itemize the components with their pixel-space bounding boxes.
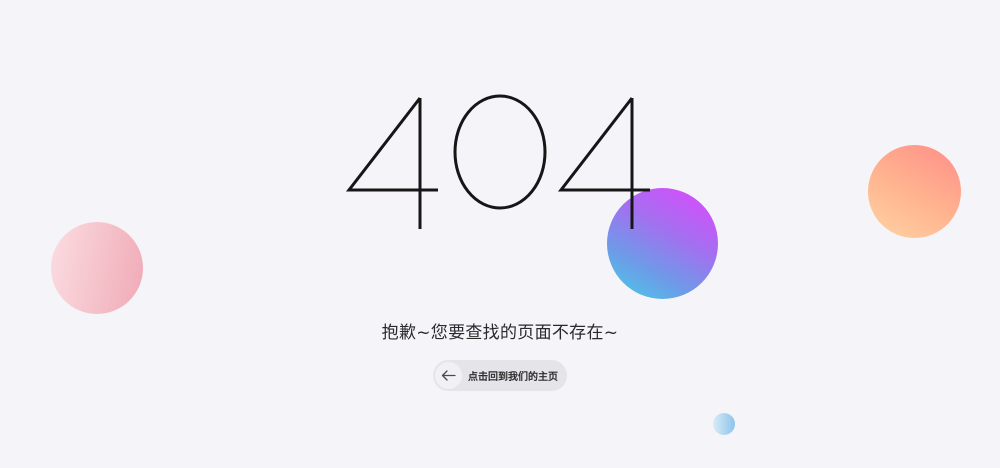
error-page: 404 抱歉~您要查找的页面不存在~ 点击回到我们的主页	[0, 0, 1000, 468]
decorative-blue-circle	[713, 413, 735, 435]
decorative-purple-circle	[607, 188, 718, 299]
error-code-heading: 404	[0, 0, 1000, 240]
error-message: 抱歉~您要查找的页面不存在~	[381, 323, 619, 343]
back-to-home-button[interactable]: 点击回到我们的主页	[433, 360, 567, 391]
arrow-left-icon	[435, 362, 462, 389]
error-code-graphic	[345, 94, 650, 229]
back-to-home-label: 点击回到我们的主页	[468, 372, 558, 383]
